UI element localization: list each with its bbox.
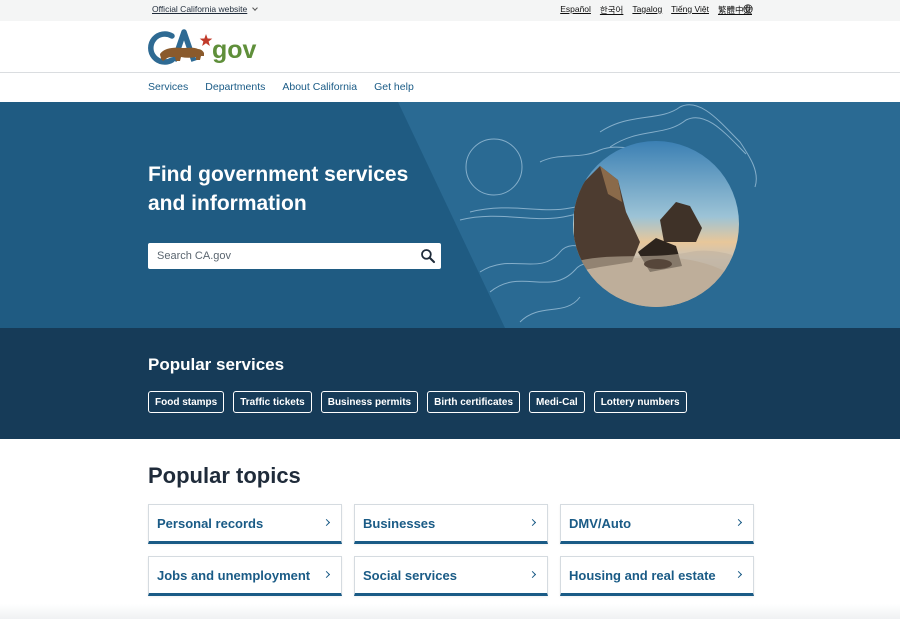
language-link-tagalog[interactable]: Tagalog <box>632 4 662 16</box>
ca-gov-logo-image: gov <box>148 29 257 65</box>
hero-title: Find government services and information <box>148 163 409 215</box>
nav-item-departments[interactable]: Departments <box>205 81 265 93</box>
topic-label: Jobs and unemployment <box>157 568 311 583</box>
chevron-right-icon <box>322 518 331 527</box>
language-link-vietnamese[interactable]: Tiếng Việt <box>671 4 709 16</box>
main-nav: Services Departments About California Ge… <box>148 81 414 93</box>
ca-gov-logo[interactable]: gov <box>148 28 264 68</box>
search-icon[interactable] <box>420 248 436 264</box>
service-link-birth-certificates[interactable]: Birth certificates <box>427 391 521 413</box>
service-link-business-permits[interactable]: Business permits <box>320 391 419 413</box>
language-link-spanish[interactable]: Español <box>560 4 591 16</box>
topic-card-personal-records[interactable]: Personal records <box>148 504 342 544</box>
nav-item-get-help[interactable]: Get help <box>374 81 414 93</box>
chevron-down-icon <box>252 4 259 11</box>
globe-icon[interactable] <box>743 4 753 14</box>
service-link-lottery-numbers[interactable]: Lottery numbers <box>593 391 687 413</box>
topic-card-social-services[interactable]: Social services <box>354 556 548 596</box>
popular-services-list: Food stamps Traffic tickets Business per… <box>148 391 687 413</box>
utility-bar: Official California website Español 한국어 … <box>0 0 900 21</box>
nav-divider <box>0 72 900 73</box>
chevron-right-icon <box>528 518 537 527</box>
official-website-label: Official California website <box>152 4 248 14</box>
service-link-medi-cal[interactable]: Medi-Cal <box>529 391 585 413</box>
topic-label: Housing and real estate <box>569 568 716 583</box>
nav-item-services[interactable]: Services <box>148 81 188 93</box>
chevron-right-icon <box>528 570 537 579</box>
chevron-right-icon <box>322 570 331 579</box>
service-link-food-stamps[interactable]: Food stamps <box>148 391 225 413</box>
chevron-right-icon <box>734 518 743 527</box>
hero-section: Find government services and information <box>0 102 900 328</box>
topic-label: DMV/Auto <box>569 516 632 531</box>
official-website-toggle[interactable]: Official California website <box>152 4 259 14</box>
topic-card-jobs-unemployment[interactable]: Jobs and unemployment <box>148 556 342 596</box>
logo-gov-text: gov <box>212 36 257 64</box>
search-box <box>148 243 441 269</box>
topic-card-businesses[interactable]: Businesses <box>354 504 548 544</box>
language-links: Español 한국어 Tagalog Tiếng Việt 繁體中文 <box>560 4 752 16</box>
hero-illustration <box>459 104 757 323</box>
topic-card-housing-real-estate[interactable]: Housing and real estate <box>560 556 754 596</box>
bottom-fade <box>0 604 900 619</box>
service-link-traffic-tickets[interactable]: Traffic tickets <box>233 391 312 413</box>
topic-label: Businesses <box>363 516 436 531</box>
topic-card-dmv-auto[interactable]: DMV/Auto <box>560 504 754 544</box>
topic-label: Social services <box>363 568 457 583</box>
popular-services-section: Popular services Food stamps Traffic tic… <box>0 328 900 439</box>
popular-topics-title: Popular topics <box>148 463 301 488</box>
popular-services-title: Popular services <box>148 355 285 374</box>
chevron-right-icon <box>734 570 743 579</box>
language-link-korean[interactable]: 한국어 <box>600 4 623 16</box>
nav-item-about-california[interactable]: About California <box>282 81 357 93</box>
search-input[interactable] <box>148 243 398 269</box>
topic-label: Personal records <box>157 516 264 531</box>
